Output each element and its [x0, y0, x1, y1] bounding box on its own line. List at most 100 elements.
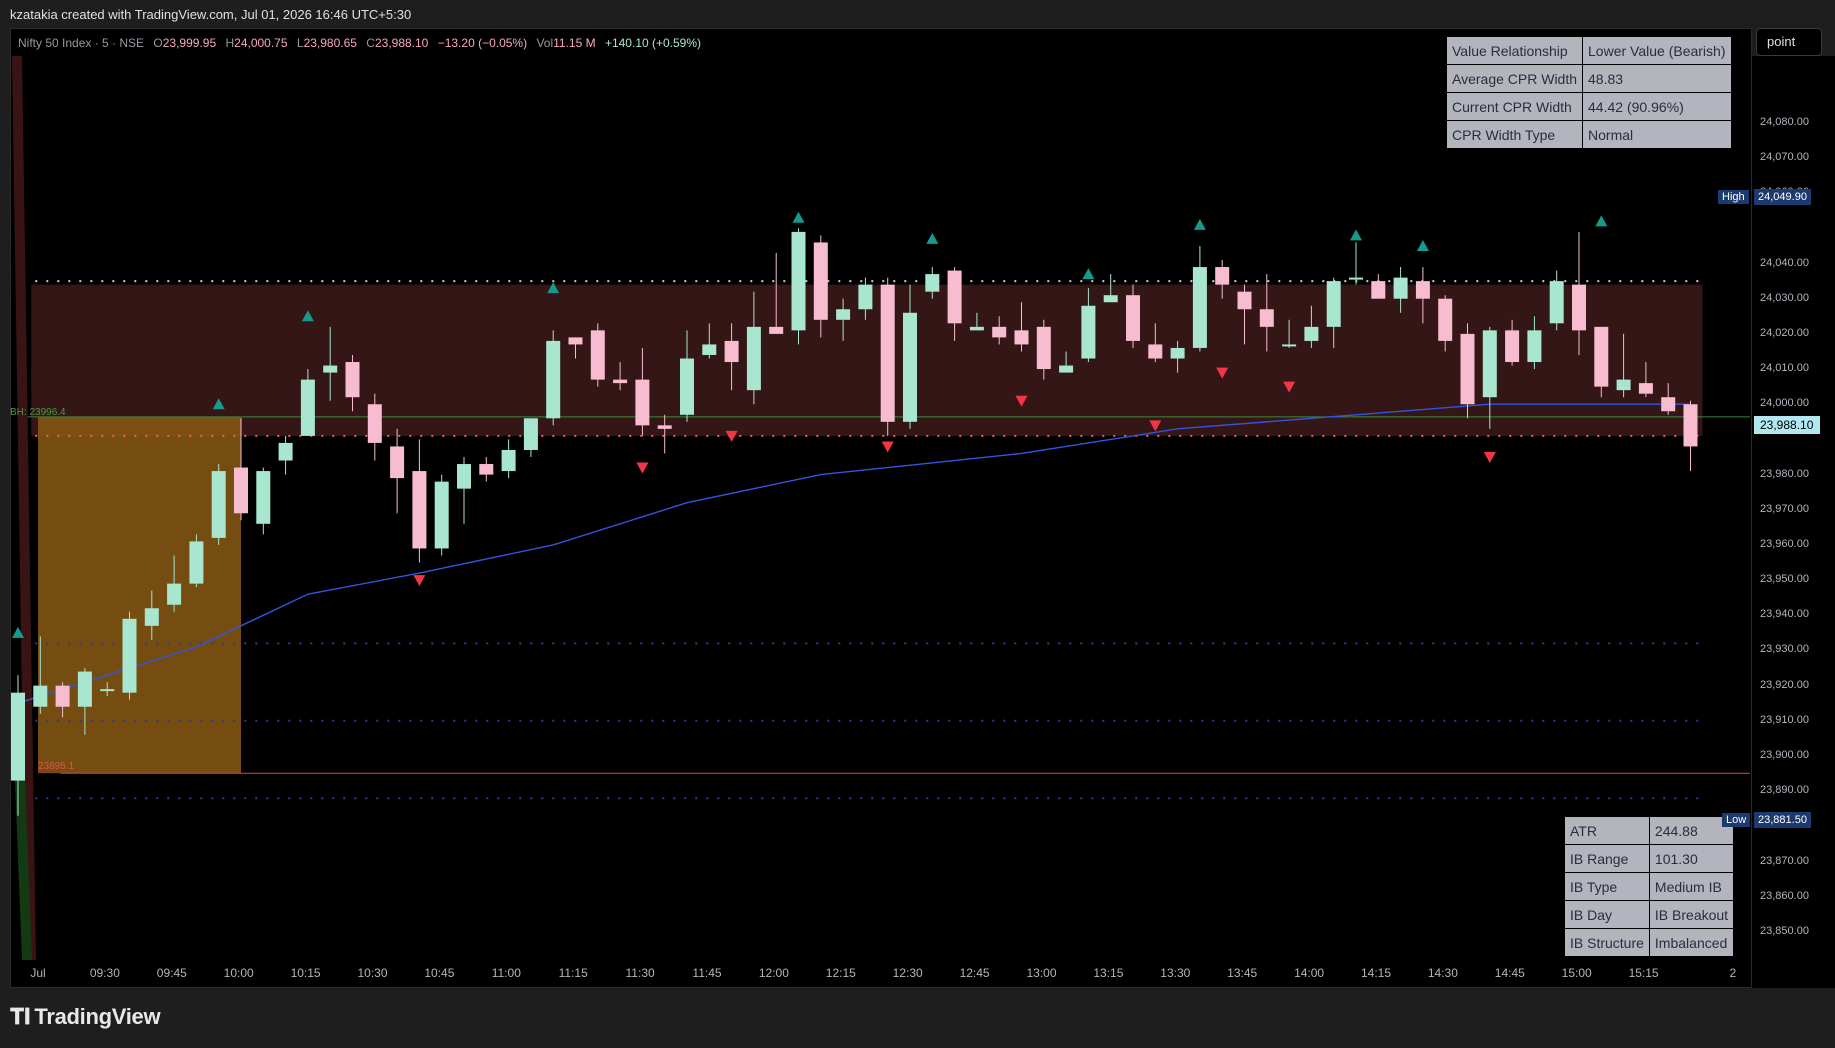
price-tick: 23,980.00 — [1760, 467, 1809, 480]
time-tick: 13:45 — [1227, 966, 1258, 980]
current-price-box: 23,988.10 — [1754, 416, 1820, 434]
time-tick: 14:45 — [1494, 966, 1525, 980]
symbol-name[interactable]: Nifty 50 Index · 5 · NSE — [18, 36, 144, 50]
candle-body — [1638, 383, 1653, 394]
chart-canvas[interactable]: BH: 23996.4 23895.1 — [0, 0, 1835, 1048]
price-tick: 23,890.00 — [1760, 784, 1809, 797]
candle-body — [1259, 309, 1274, 327]
candle-body — [501, 449, 516, 472]
ib-table-row: IB Day IB Breakout — [1565, 901, 1734, 928]
price-tick: 24,030.00 — [1760, 291, 1809, 304]
bh-label: BH: 23996.4 — [10, 407, 66, 418]
candle-body — [836, 309, 851, 320]
ib-table-value: IB Breakout — [1649, 901, 1734, 928]
candle-body — [1371, 281, 1386, 299]
candle-body — [55, 685, 70, 707]
cpr-table-value: 48.83 — [1583, 65, 1731, 92]
change-value: −13.20 (−0.05%) — [437, 36, 528, 50]
candle-body — [1527, 330, 1542, 363]
extended-change: +140.10 (+0.59%) — [604, 36, 702, 50]
buy-signal-triangle — [1193, 218, 1206, 230]
candle-body — [11, 692, 25, 781]
buy-signal-triangle — [926, 232, 939, 244]
price-tick: 23,950.00 — [1760, 573, 1809, 586]
price-tick: 23,860.00 — [1760, 889, 1809, 902]
candle-body — [791, 231, 806, 331]
candle-body — [523, 418, 538, 450]
time-tick: Jul — [30, 966, 46, 980]
cpr-table-key: Current CPR Width — [1447, 93, 1583, 120]
candle-body — [33, 685, 48, 707]
candle-body — [1126, 295, 1140, 341]
buy-signal-triangle — [792, 211, 805, 223]
high-tag: High — [1718, 190, 1749, 204]
price-tick: 24,010.00 — [1760, 362, 1809, 375]
candle-body — [1215, 267, 1230, 285]
candle-body — [77, 671, 92, 707]
high-label: H — [225, 36, 235, 50]
point-mode-button[interactable]: point — [1756, 28, 1822, 56]
candle-body — [880, 284, 895, 422]
candle-body — [546, 340, 561, 419]
cpr-table-key: Average CPR Width — [1447, 65, 1583, 92]
sell-signal-triangle — [725, 430, 738, 442]
time-tick: 12:15 — [825, 966, 856, 980]
low-label: L — [296, 36, 304, 50]
candle-body — [1415, 281, 1430, 299]
time-tick: 13:15 — [1093, 966, 1124, 980]
time-tick: 13:00 — [1026, 966, 1057, 980]
price-tick: 23,910.00 — [1760, 713, 1809, 726]
time-tick: 10:15 — [290, 966, 321, 980]
candle-body — [1103, 295, 1118, 303]
close-label: C — [366, 36, 375, 50]
price-tick: 24,080.00 — [1760, 115, 1809, 128]
candle-body — [1192, 267, 1207, 348]
candle-body — [813, 242, 828, 320]
candle-body — [256, 471, 271, 524]
tv-logo-text: TradingView — [34, 1004, 161, 1029]
tv-logo-icon: 𝐓𝐈 — [10, 1004, 31, 1029]
tradingview-logo[interactable]: 𝐓𝐈 TradingView — [10, 1004, 161, 1030]
time-tick: 15:00 — [1561, 966, 1592, 980]
candle-body — [680, 358, 694, 415]
candle-body — [1349, 277, 1363, 280]
price-tick: 23,940.00 — [1760, 608, 1809, 621]
ib-table-key: IB Day — [1565, 901, 1649, 928]
low-price-box: 23,881.50 — [1754, 812, 1811, 828]
price-tick: 24,000.00 — [1760, 397, 1809, 410]
cpr-table-key: CPR Width Type — [1447, 121, 1583, 148]
candle-body — [390, 446, 405, 479]
candle-body — [1616, 379, 1631, 391]
time-tick: 09:30 — [89, 966, 120, 980]
cpr-table-row: CPR Width Type Normal — [1447, 121, 1731, 148]
candle-body — [724, 340, 739, 363]
price-tick: 23,920.00 — [1760, 678, 1809, 691]
ib-table-value: 101.30 — [1649, 845, 1734, 872]
buy-signal-triangle — [1416, 239, 1429, 251]
candle-body — [1059, 365, 1074, 373]
price-tick: 23,850.00 — [1760, 924, 1809, 937]
cpr-table-value: Lower Value (Bearish) — [1583, 37, 1731, 64]
ib-info-table: ATR 244.88 IB Range 101.30 IB Type Medium IB I… — [1564, 816, 1735, 957]
candle-body — [122, 618, 137, 693]
time-tick: 10:45 — [424, 966, 455, 980]
candle-body — [1594, 326, 1609, 387]
candle-body — [1482, 330, 1497, 398]
candle-body — [590, 330, 605, 380]
ib-table-value: 244.88 — [1649, 817, 1734, 844]
price-tick: 23,970.00 — [1760, 502, 1809, 515]
buy-signal-triangle — [1595, 215, 1608, 227]
time-tick: 10:30 — [357, 966, 388, 980]
candle-body — [635, 379, 650, 426]
ib-table-row: IB Structure Imbalanced — [1565, 929, 1734, 956]
candle-body — [903, 312, 917, 422]
time-tick: 10:00 — [223, 966, 254, 980]
candle-body — [657, 425, 672, 429]
candle-body — [457, 464, 471, 489]
low-value: 23,980.65 — [303, 36, 357, 50]
close-value: 23,988.10 — [374, 36, 429, 50]
candle-body — [1549, 281, 1564, 324]
candle-body — [211, 471, 226, 538]
ib-low-label: 23895.1 — [38, 761, 75, 772]
ib-table-value: Medium IB — [1649, 873, 1734, 900]
